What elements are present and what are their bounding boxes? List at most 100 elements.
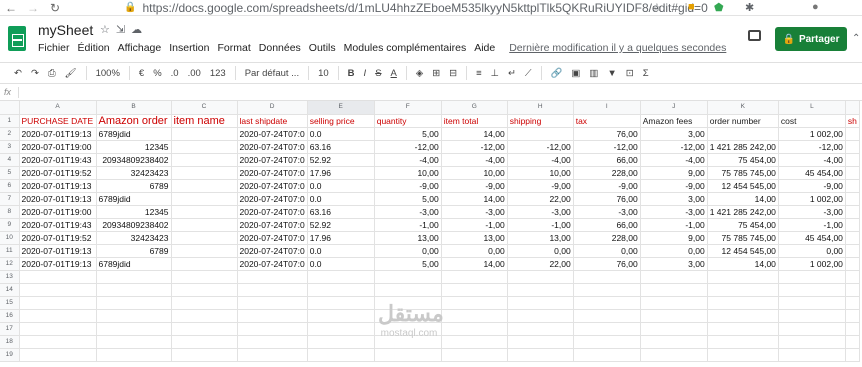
menu-view[interactable]: Affichage [118, 42, 162, 54]
cell[interactable]: 52.92 [307, 153, 375, 167]
cell[interactable]: 14,00 [441, 127, 508, 141]
print-icon[interactable]: ⎙ [48, 68, 56, 79]
cell[interactable] [845, 192, 860, 206]
cell[interactable]: Amazon fees [640, 114, 708, 128]
cell[interactable]: -4,00 [374, 153, 442, 167]
cell[interactable] [507, 335, 574, 349]
cell[interactable]: 75 454,00 [707, 218, 779, 232]
cell[interactable] [307, 335, 375, 349]
cell[interactable]: 1 421 285 242,00 [707, 205, 779, 219]
cell[interactable] [707, 270, 779, 284]
cell[interactable]: 1 002,00 [778, 127, 846, 141]
cell[interactable]: -9,00 [778, 179, 846, 193]
cell[interactable] [507, 348, 574, 362]
column-header[interactable]: G [441, 101, 508, 115]
filter-icon[interactable]: ▼ [607, 68, 616, 79]
cell[interactable] [307, 309, 375, 323]
menu-file[interactable]: Fichier [38, 42, 70, 54]
cell[interactable] [237, 270, 308, 284]
cell[interactable]: 228,00 [573, 166, 641, 180]
cell[interactable]: 228,00 [573, 231, 641, 245]
text-rotation-icon[interactable]: ⟋ [525, 68, 532, 79]
cell[interactable] [19, 270, 97, 284]
cell[interactable]: 2020-07-01T19:13 [19, 192, 97, 206]
cell[interactable] [778, 335, 846, 349]
cell[interactable]: 0.0 [307, 127, 375, 141]
menu-data[interactable]: Données [259, 42, 301, 54]
cell[interactable]: 2020-07-01T19:00 [19, 140, 97, 154]
cell[interactable]: 0,00 [374, 244, 442, 258]
cell[interactable] [237, 335, 308, 349]
cell[interactable] [845, 257, 860, 271]
reload-icon[interactable]: ↻ [44, 1, 66, 15]
cell[interactable]: -3,00 [640, 205, 708, 219]
cell[interactable]: 12345 [96, 140, 172, 154]
cell[interactable] [640, 335, 708, 349]
row-header[interactable]: 17 [0, 322, 20, 336]
extension-icon[interactable]: ■ [688, 1, 695, 13]
cell[interactable]: 20934809238402 [96, 218, 172, 232]
cell[interactable] [171, 283, 238, 297]
cell[interactable] [441, 335, 508, 349]
cell[interactable] [171, 309, 238, 323]
cell[interactable] [845, 244, 860, 258]
cell[interactable] [845, 348, 860, 362]
cell[interactable] [171, 322, 238, 336]
cell[interactable] [573, 335, 641, 349]
borders-icon[interactable]: ⊞ [432, 68, 440, 79]
cell[interactable]: item name [171, 114, 238, 128]
cell[interactable] [573, 322, 641, 336]
row-header[interactable]: 14 [0, 283, 20, 297]
sheets-logo-icon[interactable] [8, 26, 26, 51]
cell[interactable]: 14,00 [441, 257, 508, 271]
cell[interactable]: 32423423 [96, 166, 172, 180]
cell[interactable]: tax [573, 114, 641, 128]
cell[interactable] [640, 270, 708, 284]
cell[interactable]: 20934809238402 [96, 153, 172, 167]
cell[interactable]: 6789jdid [96, 192, 172, 206]
cell[interactable]: 2020-07-01T19:13 [19, 179, 97, 193]
column-header[interactable]: K [707, 101, 779, 115]
cell[interactable] [640, 283, 708, 297]
back-icon[interactable]: ← [0, 1, 22, 15]
cell[interactable]: 2020-07-24T07:0 [237, 166, 308, 180]
decrease-decimal-button[interactable]: .0 [171, 68, 179, 79]
cell[interactable]: 52.92 [307, 218, 375, 232]
vertical-align-icon[interactable]: ⊥ [491, 68, 499, 79]
cell[interactable]: -1,00 [507, 218, 574, 232]
cell[interactable] [171, 127, 238, 141]
row-header[interactable]: 11 [0, 244, 20, 258]
cell[interactable]: order number [707, 114, 779, 128]
cell[interactable]: 0.0 [307, 257, 375, 271]
cell[interactable]: 0,00 [778, 244, 846, 258]
cell[interactable] [778, 309, 846, 323]
cell[interactable] [171, 205, 238, 219]
column-header[interactable]: L [778, 101, 846, 115]
move-folder-icon[interactable]: ⇲ [116, 24, 131, 36]
row-header[interactable]: 18 [0, 335, 20, 349]
cell[interactable] [845, 335, 860, 349]
cell[interactable] [307, 322, 375, 336]
cell[interactable]: 6789 [96, 179, 172, 193]
column-header[interactable]: A [19, 101, 97, 115]
puzzle-icon[interactable]: ✱ [745, 1, 754, 14]
column-header[interactable]: B [96, 101, 172, 115]
row-header[interactable]: 8 [0, 205, 20, 219]
cell[interactable]: 1 421 285 242,00 [707, 140, 779, 154]
redo-icon[interactable]: ↷ [31, 68, 39, 79]
cell[interactable] [171, 153, 238, 167]
cell[interactable]: 2020-07-24T07:0 [237, 231, 308, 245]
cell[interactable]: -1,00 [374, 218, 442, 232]
row-header[interactable]: 16 [0, 309, 20, 323]
cell[interactable]: -1,00 [778, 218, 846, 232]
cell[interactable] [96, 270, 172, 284]
cell[interactable]: 76,00 [573, 257, 641, 271]
cell[interactable]: 2020-07-24T07:0 [237, 244, 308, 258]
row-header[interactable]: 13 [0, 270, 20, 284]
cell[interactable]: 9,00 [640, 231, 708, 245]
cell[interactable]: -3,00 [507, 205, 574, 219]
cell[interactable]: 66,00 [573, 153, 641, 167]
cell[interactable] [374, 270, 442, 284]
cell[interactable]: cost [778, 114, 846, 128]
row-header[interactable]: 4 [0, 153, 20, 167]
